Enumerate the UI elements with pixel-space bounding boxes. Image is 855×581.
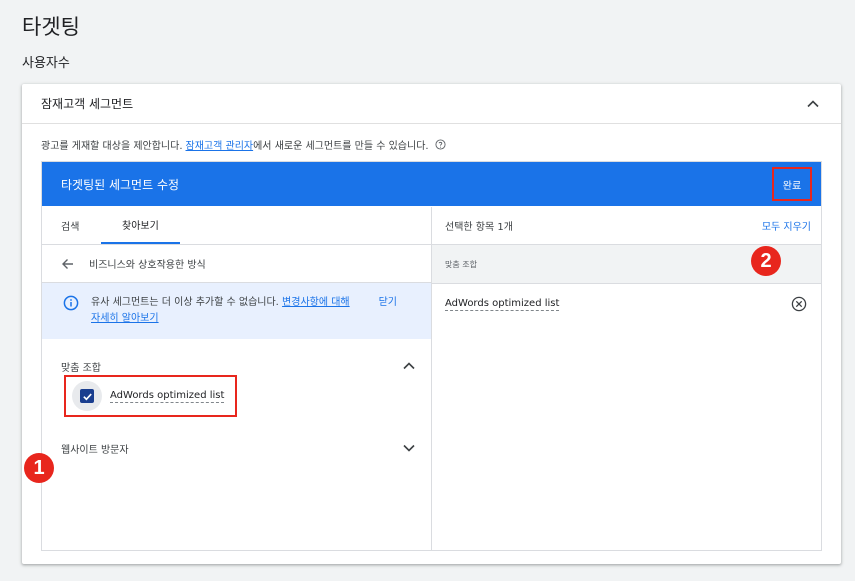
tab-browse[interactable]: 찾아보기 bbox=[101, 206, 180, 244]
audience-manager-link[interactable]: 잠재고객 관리자 bbox=[186, 137, 254, 152]
audience-segments-card: 잠재고객 세그먼트 광고를 게재할 대상을 제안합니다. 잠재고객 관리자 에서 … bbox=[22, 84, 841, 564]
back-arrow-icon[interactable] bbox=[61, 257, 75, 271]
clear-all-button[interactable]: 모두 지우기 bbox=[762, 218, 811, 233]
close-banner-button[interactable]: 닫기 bbox=[379, 295, 397, 311]
selected-item-label: AdWords optimized list bbox=[445, 297, 560, 311]
desc-prefix: 광고를 게재할 대상을 제안합니다. bbox=[41, 141, 183, 152]
banner-text: 유사 세그먼트는 더 이상 추가할 수 없습니다. 변경사항에 대해 자세히 알… bbox=[91, 295, 351, 327]
info-banner: 유사 세그먼트는 더 이상 추가할 수 없습니다. 변경사항에 대해 자세히 알… bbox=[42, 283, 431, 339]
help-icon[interactable] bbox=[435, 139, 446, 150]
selected-item: AdWords optimized list bbox=[432, 284, 821, 324]
step-badge-1: 1 bbox=[24, 453, 54, 483]
chevron-down-icon[interactable] bbox=[401, 440, 417, 456]
editor-title: 타겟팅된 세그먼트 수정 bbox=[61, 177, 180, 192]
page-subtitle: 사용자수 bbox=[22, 56, 70, 71]
banner-text-prefix: 유사 세그먼트는 더 이상 추가할 수 없습니다. bbox=[91, 297, 279, 308]
checkmark-icon bbox=[82, 393, 92, 400]
remove-circle-icon[interactable] bbox=[791, 296, 807, 312]
adwords-optimized-list-option[interactable]: AdWords optimized list bbox=[64, 375, 237, 417]
info-icon bbox=[63, 295, 79, 311]
page-title: 타겟팅 bbox=[22, 15, 80, 39]
step-badge-2: 2 bbox=[751, 246, 781, 276]
card-description: 광고를 게재할 대상을 제안합니다. 잠재고객 관리자 에서 새로운 세그먼트를 … bbox=[41, 137, 446, 152]
section-label: 맞춤 조합 bbox=[61, 362, 101, 374]
card-header[interactable]: 잠재고객 세그먼트 bbox=[22, 84, 841, 124]
chevron-up-icon[interactable] bbox=[401, 358, 417, 374]
checkbox-label: AdWords optimized list bbox=[110, 389, 225, 403]
desc-suffix: 에서 새로운 세그먼트를 만들 수 있습니다. bbox=[253, 141, 429, 152]
tab-bar: 검색 찾아보기 bbox=[42, 207, 431, 245]
checkbox[interactable] bbox=[80, 389, 94, 403]
breadcrumb-label: 비즈니스와 상호작용한 방식 bbox=[89, 260, 206, 271]
done-button[interactable]: 완료 bbox=[772, 167, 812, 201]
section-label: 웹사이트 방문자 bbox=[61, 444, 129, 456]
card-header-title: 잠재고객 세그먼트 bbox=[41, 97, 134, 111]
checkbox-ripple[interactable] bbox=[72, 381, 102, 411]
tab-search[interactable]: 검색 bbox=[61, 206, 101, 244]
chevron-up-icon[interactable] bbox=[805, 96, 821, 112]
selected-count: 선택한 항목 1개 bbox=[445, 222, 513, 233]
segment-editor: 타겟팅된 세그먼트 수정 완료 검색 찾아보기 비즈니스와 상호작용한 방식 유… bbox=[24, 161, 822, 551]
section-website-visitors[interactable]: 웹사이트 방문자 bbox=[42, 428, 431, 468]
breadcrumb: 비즈니스와 상호작용한 방식 bbox=[42, 245, 431, 283]
browse-pane: 검색 찾아보기 비즈니스와 상호작용한 방식 유사 세그먼트는 더 이상 추가할… bbox=[42, 207, 432, 551]
selected-header: 선택한 항목 1개 모두 지우기 bbox=[432, 207, 821, 245]
editor-toolbar: 타겟팅된 세그먼트 수정 완료 bbox=[42, 162, 821, 206]
